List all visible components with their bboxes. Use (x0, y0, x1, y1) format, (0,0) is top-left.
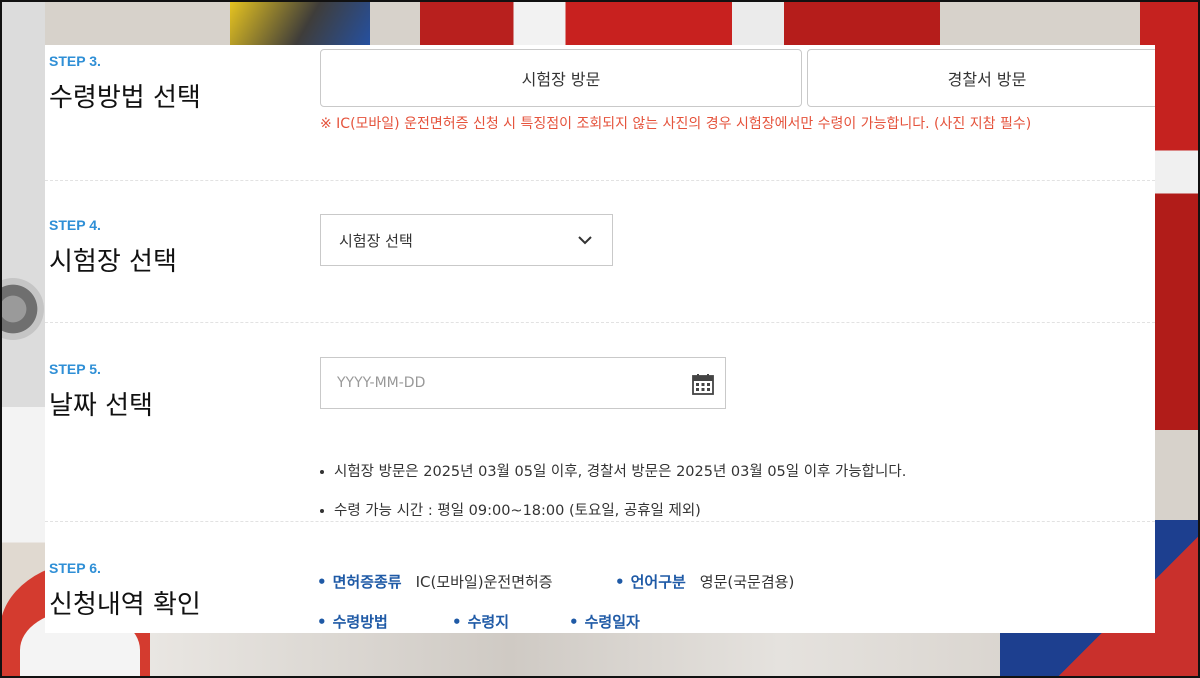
language-row: • 언어구분 영문(국문겸용) (615, 571, 794, 592)
step3-title: 수령방법 선택 (49, 83, 201, 113)
step5-section: STEP 5. 날짜 선택 YYYY-MM-DD 시험장 방문은 2025년 0… (45, 323, 1155, 521)
background-graphic (230, 0, 370, 45)
bullet-icon: • (615, 573, 625, 591)
form-panel: STEP 3. 수령방법 선택 시험장 방문 경찰서 방문 ※ IC(모바일) … (45, 45, 1155, 633)
date-input-placeholder: YYYY-MM-DD (337, 375, 426, 391)
date-note-1: 시험장 방문은 2025년 03월 05일 이후, 경찰서 방문은 2025년 … (320, 460, 906, 481)
step4-label: STEP 4. (49, 217, 101, 233)
step3-section: STEP 3. 수령방법 선택 시험장 방문 경찰서 방문 ※ IC(모바일) … (45, 45, 1155, 180)
step6-section: STEP 6. 신청내역 확인 • 면허증종류 IC(모바일)운전면허증 • 언어구분… (45, 522, 1155, 633)
pickup-place-label: 수령지 (467, 613, 509, 631)
chevron-down-icon (578, 236, 592, 245)
step6-title: 신청내역 확인 (49, 590, 201, 620)
language-value: 영문(국문겸용) (699, 573, 795, 591)
pickup-place-row: • 수령지 (452, 611, 509, 632)
language-label: 언어구분 (630, 573, 686, 591)
license-type-row: • 면허증종류 IC(모바일)운전면허증 (317, 571, 553, 592)
bullet-icon: • (317, 613, 327, 631)
bullet-icon: • (569, 613, 579, 631)
pickup-police-station-button[interactable]: 경찰서 방문 (807, 49, 1155, 107)
pickup-test-center-button[interactable]: 시험장 방문 (320, 49, 802, 107)
license-type-label: 면허증종류 (332, 573, 402, 591)
step5-label: STEP 5. (49, 361, 101, 377)
license-type-value: IC(모바일)운전면허증 (415, 573, 553, 591)
pickup-date-row: • 수령일자 (569, 611, 640, 632)
pickup-method-row: • 수령방법 (317, 611, 388, 632)
step4-section: STEP 4. 시험장 선택 시험장 선택 (45, 181, 1155, 322)
calendar-icon[interactable] (691, 372, 715, 396)
step4-title: 시험장 선택 (49, 247, 177, 277)
bullet-icon: • (317, 573, 327, 591)
bullet-icon (320, 470, 324, 474)
date-note-2: 수령 가능 시간 : 평일 09:00~18:00 (토요일, 공휴일 제외) (320, 499, 701, 520)
date-note-2-text: 수령 가능 시간 : 평일 09:00~18:00 (토요일, 공휴일 제외) (334, 503, 701, 519)
pickup-notice: ※ IC(모바일) 운전면허증 신청 시 특징점이 조회되지 않는 사진의 경우… (320, 116, 1032, 132)
step3-label: STEP 3. (49, 53, 101, 69)
test-center-select[interactable]: 시험장 선택 (320, 214, 613, 266)
pickup-date-label: 수령일자 (584, 613, 640, 631)
test-center-select-value: 시험장 선택 (339, 231, 413, 250)
date-note-1-text: 시험장 방문은 2025년 03월 05일 이후, 경찰서 방문은 2025년 … (334, 464, 907, 480)
background-bottom (150, 632, 1050, 678)
pickup-method-label: 수령방법 (332, 613, 388, 631)
step6-label: STEP 6. (49, 560, 101, 576)
step5-title: 날짜 선택 (49, 391, 153, 421)
date-input[interactable]: YYYY-MM-DD (320, 357, 726, 409)
bullet-icon (320, 509, 324, 513)
bullet-icon: • (452, 613, 462, 631)
